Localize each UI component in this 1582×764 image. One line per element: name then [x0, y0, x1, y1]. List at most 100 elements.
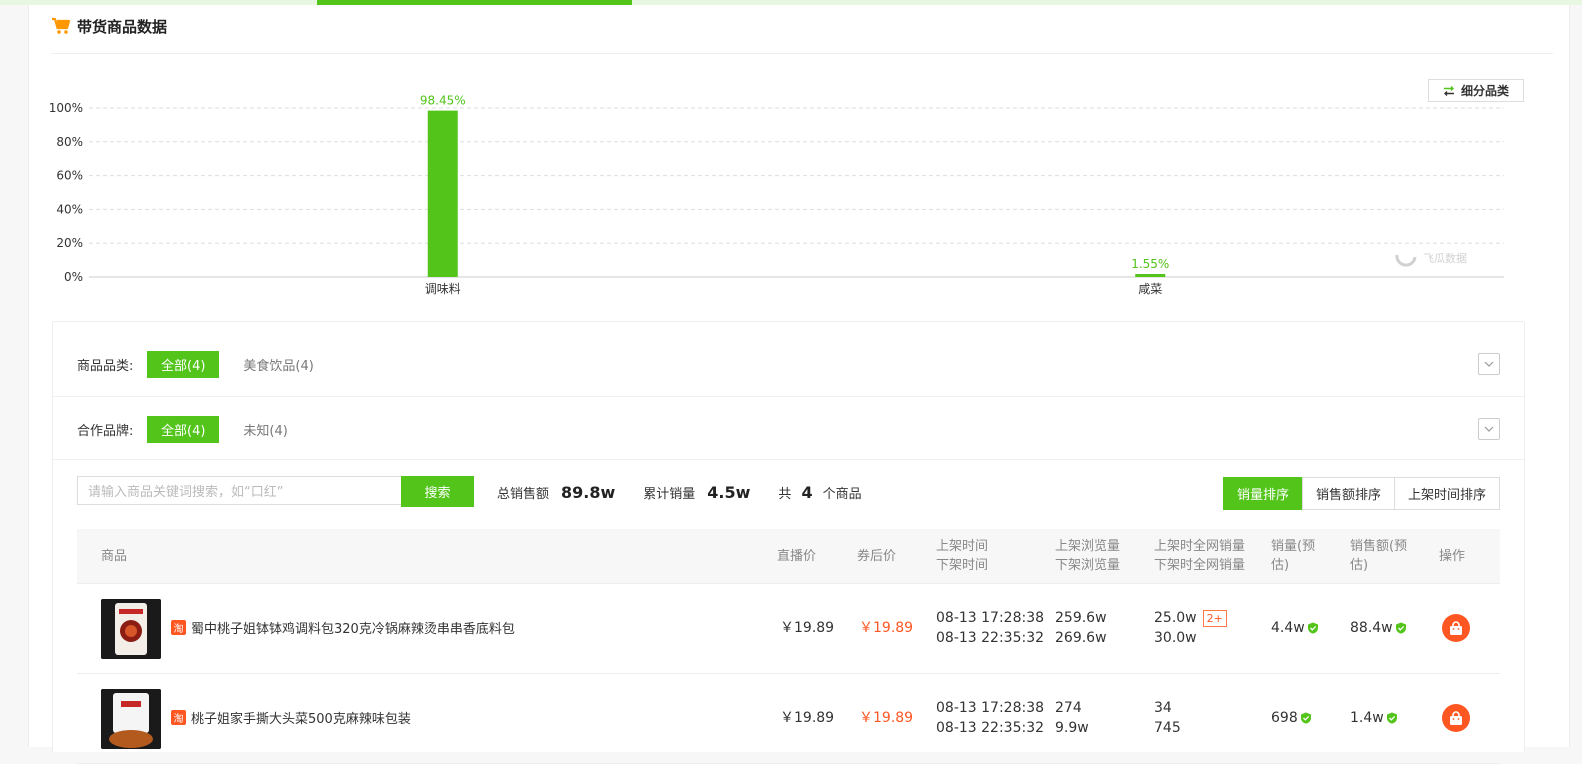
- list-views: 274: [1055, 700, 1082, 716]
- col-list-time: 上架时间: [936, 539, 989, 554]
- chevron-down-icon: [1484, 361, 1494, 367]
- revenue-est: 88.4w: [1350, 618, 1407, 638]
- count-suffix: 个商品: [822, 486, 862, 502]
- category-bar-chart: 100% 80% 60% 40% 20% 0% 98.45% 调味料 1.55% 咸菜 飞瓜数据: [49, 94, 1504, 296]
- verified-icon: [1300, 712, 1311, 724]
- total-volume-label: 累计销量: [643, 486, 696, 502]
- product-name[interactable]: 蜀中桃子姐钵钵鸡调料包320克冷锅麻辣烫串串香底料包: [191, 618, 515, 637]
- delist-net-sales: 745: [1154, 720, 1181, 736]
- col-delist-net-sales: 下架时全网销量: [1154, 558, 1246, 573]
- category-expand-button[interactable]: [1478, 353, 1500, 375]
- list-time: 08-13 17:28:38: [936, 610, 1045, 626]
- table-row: 淘 蜀中桃子姐钵钵鸡调料包320克冷锅麻辣烫串串香底料包 ￥19.89 ￥19.…: [77, 584, 1500, 674]
- col-live-price: 直播价: [777, 549, 817, 564]
- section-header: 带货商品数据: [51, 15, 167, 37]
- search-bar: 请输入商品关键词搜索，如“口红” 搜索: [77, 476, 474, 507]
- revenue-est: 1.4w: [1350, 708, 1398, 728]
- brand-option-all[interactable]: 全部(4): [147, 415, 220, 443]
- cart-icon: [52, 17, 71, 34]
- revenue-est-value: 1.4w: [1350, 710, 1384, 726]
- revenue-est-value: 88.4w: [1350, 620, 1393, 636]
- product-thumbnail[interactable]: [101, 599, 161, 659]
- coupon-price: ￥19.89: [859, 620, 914, 636]
- shopping-bag-icon: [1450, 620, 1462, 635]
- sort-options: 销量排序 销售额排序 上架时间排序: [1222, 477, 1500, 510]
- verified-icon: [1386, 712, 1397, 724]
- total-volume-value: 4.5w: [707, 482, 751, 502]
- total-sales-label: 总销售额: [497, 486, 550, 502]
- verified-icon: [1395, 622, 1406, 634]
- category-option-all[interactable]: 全部(4): [147, 350, 220, 378]
- count-prefix: 共: [778, 486, 792, 502]
- watermark-logo: 飞瓜数据: [1395, 251, 1467, 267]
- category-option-food[interactable]: 美食饮品(4): [229, 351, 327, 378]
- sort-by-volume[interactable]: 销量排序: [1222, 477, 1303, 510]
- brand-expand-button[interactable]: [1478, 418, 1500, 440]
- x-tick-label: 调味料: [425, 282, 461, 296]
- verified-icon: [1307, 622, 1318, 634]
- search-button[interactable]: 搜索: [401, 476, 474, 507]
- delist-views: 269.6w: [1055, 630, 1107, 646]
- col-action: 操作: [1439, 549, 1466, 564]
- buy-button[interactable]: [1442, 704, 1470, 732]
- y-tick-label: 80%: [56, 135, 83, 149]
- section-title: 带货商品数据: [77, 17, 168, 36]
- list-net-sales-value: 25.0w: [1154, 610, 1197, 626]
- brand-option-unknown[interactable]: 未知(4): [229, 416, 301, 443]
- chevron-down-icon: [1484, 426, 1494, 432]
- watermark-icon: [1395, 254, 1417, 267]
- sort-by-listing-time[interactable]: 上架时间排序: [1393, 477, 1500, 510]
- col-list-views: 上架浏览量: [1055, 539, 1121, 554]
- delist-time: 08-13 22:35:32: [936, 720, 1045, 736]
- y-tick-label: 20%: [56, 236, 83, 250]
- summary-stats: 总销售额 89.8w 累计销量 4.5w 共 4 个商品: [497, 479, 874, 505]
- live-price: ￥19.89: [780, 620, 835, 636]
- brand-filter-label: 合作品牌:: [77, 423, 134, 439]
- sort-by-revenue[interactable]: 销售额排序: [1301, 477, 1395, 510]
- sales-est-value: 4.4w: [1271, 620, 1305, 636]
- filter-panel: 商品品类: 全部(4) 美食饮品(4) 合作品牌: 全部(4) 未知(4) 请输…: [52, 321, 1525, 764]
- category-filter-row: 商品品类: 全部(4) 美食饮品(4): [53, 332, 1524, 396]
- bar-value-label: 98.45%: [420, 94, 466, 108]
- list-views: 259.6w: [1055, 610, 1107, 626]
- category-filter-label: 商品品类:: [77, 358, 134, 374]
- bar: [1135, 274, 1166, 277]
- col-coupon-price: 券后价: [857, 549, 897, 564]
- bar-value-label: 1.55%: [1131, 257, 1169, 271]
- col-delist-time: 下架时间: [936, 558, 989, 573]
- delist-net-sales: 30.0w: [1154, 630, 1197, 646]
- product-data-panel: 带货商品数据 细分品类 100% 80% 60% 40% 20% 0% 98.45% 调味料 1…: [28, 5, 1570, 764]
- coupon-price: ￥19.89: [859, 710, 914, 726]
- watermark-text: 飞瓜数据: [1423, 251, 1467, 265]
- brand-filter-row: 合作品牌: 全部(4) 未知(4): [53, 396, 1524, 461]
- y-tick-label: 0%: [64, 270, 83, 284]
- taobao-icon: 淘: [171, 620, 186, 635]
- product-image: [101, 689, 161, 749]
- x-tick-label: 咸菜: [1138, 282, 1162, 296]
- product-count: 4: [801, 482, 813, 502]
- shopping-bag-icon: [1450, 710, 1462, 725]
- delist-time: 08-13 22:35:32: [936, 630, 1045, 646]
- y-tick-label: 100%: [49, 101, 83, 115]
- sales-est: 698: [1271, 708, 1312, 728]
- extra-badge[interactable]: 2+: [1202, 609, 1227, 627]
- col-revenue-est: 销售额(预估): [1350, 539, 1408, 573]
- list-time: 08-13 17:28:38: [936, 700, 1045, 716]
- list-net-sales: 34: [1154, 700, 1172, 716]
- col-list-net-sales: 上架时全网销量: [1154, 539, 1246, 554]
- col-sales-est: 销量(预估): [1271, 539, 1316, 573]
- table-row: 淘 桃子姐家手撕大头菜500克麻辣味包装 ￥19.89 ￥19.89 08-13…: [77, 674, 1500, 764]
- product-thumbnail[interactable]: [101, 689, 161, 749]
- sales-est: 4.4w: [1271, 618, 1319, 638]
- search-input[interactable]: 请输入商品关键词搜索，如“口红”: [77, 476, 401, 505]
- product-image: [101, 599, 161, 659]
- product-name[interactable]: 桃子姐家手撕大头菜500克麻辣味包装: [191, 708, 411, 727]
- divider: [51, 53, 1553, 54]
- buy-button[interactable]: [1442, 614, 1470, 642]
- sales-est-value: 698: [1271, 710, 1298, 726]
- bar: [427, 110, 458, 277]
- y-tick-label: 40%: [56, 202, 83, 216]
- delist-views: 9.9w: [1055, 720, 1089, 736]
- list-net-sales: 25.0w 2+: [1154, 608, 1227, 628]
- live-price: ￥19.89: [780, 710, 835, 726]
